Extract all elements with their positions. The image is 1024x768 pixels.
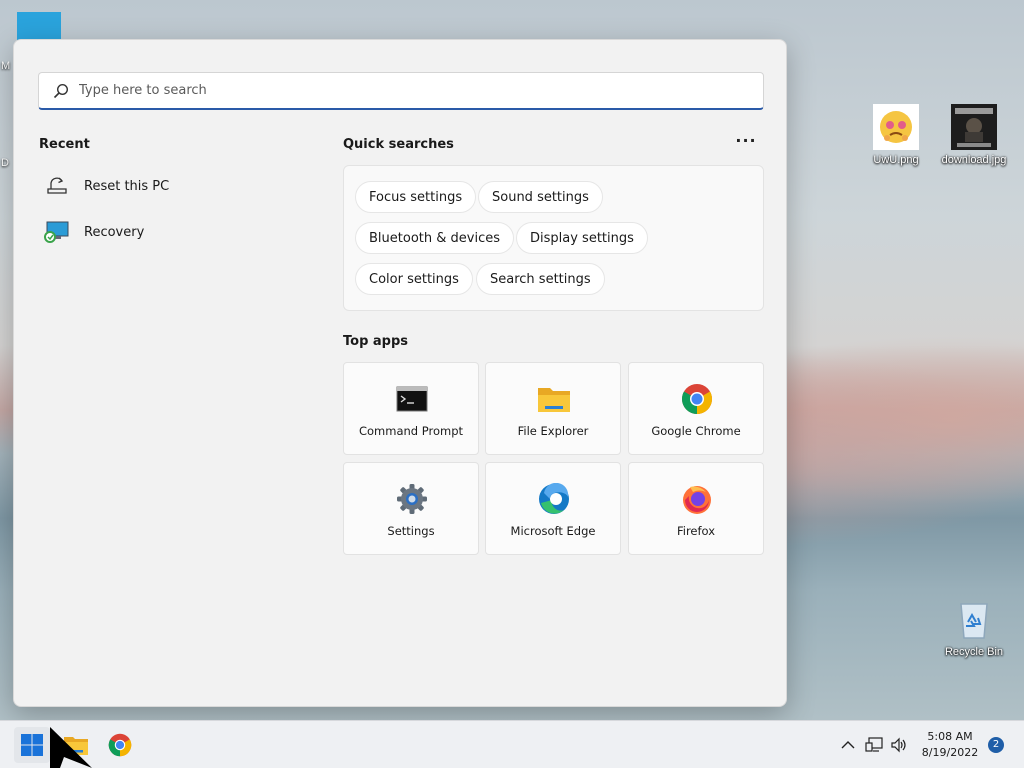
app-tile-command-prompt[interactable]: Command Prompt bbox=[343, 362, 479, 455]
chevron-up-icon bbox=[841, 741, 855, 749]
quick-search-chip-bluetooth[interactable]: Bluetooth & devices bbox=[355, 222, 514, 254]
app-tile-label: Google Chrome bbox=[651, 424, 741, 438]
search-icon bbox=[53, 83, 69, 98]
search-input[interactable] bbox=[79, 83, 729, 98]
search-box[interactable] bbox=[38, 72, 764, 110]
desktop-icon-label: download.jpg bbox=[941, 154, 1007, 166]
settings-gear-icon bbox=[395, 482, 429, 516]
app-tile-label: Settings bbox=[387, 524, 435, 538]
emoji-image-icon bbox=[873, 104, 919, 150]
app-tile-google-chrome[interactable]: Google Chrome bbox=[628, 362, 764, 455]
chrome-icon bbox=[680, 382, 714, 416]
desktop-edge-label: M bbox=[1, 60, 11, 72]
command-prompt-icon bbox=[395, 382, 429, 416]
windows-logo-icon bbox=[21, 734, 43, 756]
taskbar-chrome-button[interactable] bbox=[102, 727, 138, 763]
speaker-icon bbox=[891, 737, 906, 753]
desktop-icon-download[interactable]: download.jpg bbox=[938, 104, 1010, 166]
quick-search-chip-focus[interactable]: Focus settings bbox=[355, 181, 477, 213]
chrome-icon bbox=[108, 733, 132, 757]
recent-item-reset-pc[interactable]: Reset this PC bbox=[44, 168, 304, 204]
quick-search-chip-search[interactable]: Search settings bbox=[476, 263, 605, 295]
quick-searches-panel: Focus settings Sound settings Bluetooth … bbox=[343, 165, 764, 311]
photo-image-icon bbox=[951, 104, 997, 150]
taskbar: 5:08 AM 8/19/2022 2 bbox=[0, 720, 1024, 768]
recycle-bin-icon bbox=[960, 603, 988, 639]
quick-search-chip-color[interactable]: Color settings bbox=[355, 263, 473, 295]
app-tile-label: Command Prompt bbox=[358, 424, 464, 438]
app-tile-settings[interactable]: Settings bbox=[343, 462, 479, 555]
desktop-partial-icon[interactable] bbox=[17, 12, 61, 42]
quick-search-chip-sound[interactable]: Sound settings bbox=[478, 181, 603, 213]
app-tile-label: File Explorer bbox=[517, 424, 589, 438]
edge-icon bbox=[537, 482, 571, 516]
clock-date: 8/19/2022 bbox=[921, 746, 979, 759]
mouse-cursor-icon bbox=[50, 727, 92, 768]
more-options-button[interactable]: ··· bbox=[734, 133, 758, 154]
recent-item-label: Recovery bbox=[84, 224, 145, 240]
recent-title: Recent bbox=[39, 137, 90, 152]
taskbar-clock[interactable]: 5:08 AM 8/19/2022 bbox=[916, 729, 984, 761]
clock-time: 5:08 AM bbox=[927, 730, 973, 743]
quick-searches-title: Quick searches bbox=[343, 137, 454, 152]
recent-item-recovery[interactable]: Recovery bbox=[44, 214, 304, 250]
recent-item-label: Reset this PC bbox=[84, 178, 170, 194]
start-button[interactable] bbox=[14, 727, 50, 763]
app-tile-label: Microsoft Edge bbox=[510, 524, 596, 538]
app-tile-microsoft-edge[interactable]: Microsoft Edge bbox=[485, 462, 621, 555]
file-explorer-icon bbox=[537, 382, 571, 416]
network-icon bbox=[865, 737, 883, 752]
start-menu: Recent Reset this PC Recovery Quick sear… bbox=[13, 39, 787, 707]
show-hidden-icons-button[interactable] bbox=[838, 735, 858, 755]
desktop-icon-uwu[interactable]: UwU.png bbox=[860, 104, 932, 166]
app-tile-firefox[interactable]: Firefox bbox=[628, 462, 764, 555]
desktop-icon-recycle-bin[interactable]: Recycle Bin bbox=[938, 596, 1010, 658]
quick-search-chip-display[interactable]: Display settings bbox=[516, 222, 648, 254]
volume-button[interactable] bbox=[889, 735, 909, 755]
app-tile-file-explorer[interactable]: File Explorer bbox=[485, 362, 621, 455]
recovery-icon bbox=[44, 219, 70, 245]
desktop-icon-label: UwU.png bbox=[873, 154, 919, 166]
top-apps-title: Top apps bbox=[343, 334, 409, 349]
reset-pc-icon bbox=[44, 173, 70, 199]
firefox-icon bbox=[680, 482, 714, 516]
desktop-edge-label: D bbox=[1, 157, 9, 169]
app-tile-label: Firefox bbox=[676, 524, 716, 538]
notification-badge[interactable]: 2 bbox=[988, 737, 1004, 753]
network-button[interactable] bbox=[864, 735, 884, 755]
desktop-icon-label: Recycle Bin bbox=[944, 646, 1004, 658]
